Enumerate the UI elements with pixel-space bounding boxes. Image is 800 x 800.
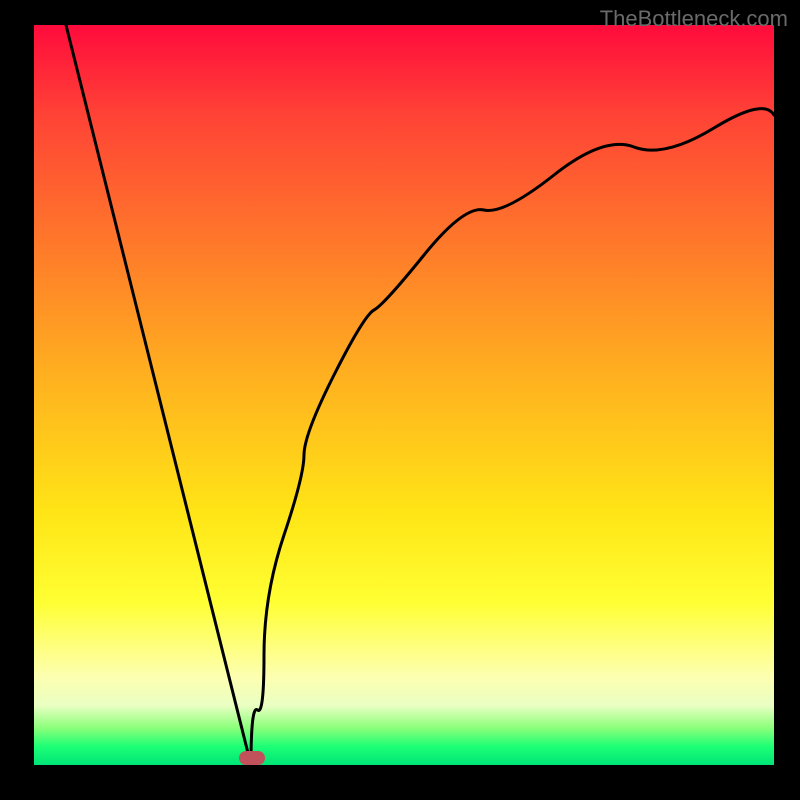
bottleneck-curve — [34, 25, 774, 765]
chart-container: TheBottleneck.com — [0, 0, 800, 800]
minimum-marker — [239, 751, 265, 765]
watermark-text: TheBottleneck.com — [600, 6, 788, 32]
plot-area — [34, 25, 774, 765]
